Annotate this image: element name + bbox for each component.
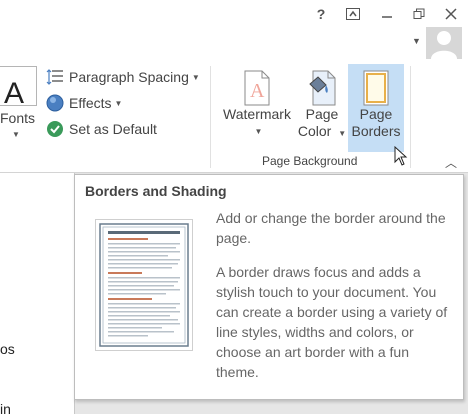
- help-icon: ?: [316, 6, 326, 22]
- checkmark-icon: [47, 121, 63, 137]
- page-color-label-line2: Color: [297, 123, 332, 139]
- paragraph-spacing-label: Paragraph Spacing: [69, 69, 189, 85]
- group-divider: [210, 66, 211, 168]
- fonts-label: Fonts: [0, 110, 36, 126]
- collapse-ribbon-chevron-up-icon[interactable]: ︿: [445, 154, 457, 171]
- user-icon: [431, 31, 457, 59]
- set-as-default-label: Set as Default: [69, 121, 157, 137]
- tooltip-paragraph: Add or change the border around the page…: [216, 210, 446, 246]
- close-button[interactable]: [440, 4, 462, 24]
- page-border-preview-image: [95, 219, 193, 351]
- page-borders-button[interactable]: Page Borders: [348, 64, 404, 152]
- tooltip-title: Borders and Shading: [85, 183, 227, 199]
- mouse-pointer-icon: [394, 146, 408, 166]
- paragraph-spacing-chevron-down-icon: ▼: [191, 72, 200, 82]
- effects-label: Effects: [69, 95, 112, 111]
- paragraph-spacing-button[interactable]: Paragraph Spacing ▼: [46, 66, 200, 88]
- paragraph-spacing-icon: [46, 69, 63, 85]
- document-page[interactable]: os in: [0, 173, 75, 417]
- help-button[interactable]: ?: [310, 4, 332, 24]
- effects-chevron-down-icon: ▼: [114, 98, 123, 108]
- restore-icon: [413, 8, 425, 19]
- watermark-label: Watermark: [223, 106, 291, 122]
- fonts-chevron-down-icon[interactable]: ▼: [12, 130, 20, 139]
- set-as-default-button[interactable]: Set as Default: [46, 118, 157, 140]
- document-text-fragment: in: [0, 401, 11, 417]
- user-avatar[interactable]: [426, 27, 462, 59]
- effects-icon: [46, 94, 64, 112]
- borders-and-shading-tooltip: Borders and Shading Add or change the bo…: [74, 174, 464, 400]
- page-color-button[interactable]: Page Color ▼: [296, 64, 348, 152]
- svg-text:A: A: [250, 80, 265, 102]
- minimize-button[interactable]: [376, 4, 398, 24]
- watermark-chevron-down-icon: ▼: [254, 127, 263, 136]
- group-divider: [410, 66, 411, 168]
- ribbon-display-options-button[interactable]: [342, 4, 364, 24]
- restore-button[interactable]: [408, 4, 430, 24]
- page-color-icon: [309, 70, 336, 106]
- page-borders-label-line1: Page: [359, 106, 393, 122]
- title-bar: ? ▼: [0, 0, 468, 60]
- close-icon: [445, 8, 457, 20]
- page-background-group-label: Page Background: [262, 154, 358, 168]
- fonts-icon: A: [4, 77, 25, 110]
- effects-button[interactable]: Effects ▼: [46, 92, 122, 114]
- document-text-fragment: os: [0, 341, 15, 357]
- page-borders-label-line2: Borders: [351, 123, 401, 139]
- watermark-icon: A: [244, 70, 270, 106]
- page-color-chevron-down-icon: ▼: [338, 129, 347, 138]
- account-chevron-down-icon[interactable]: ▼: [412, 36, 421, 46]
- tooltip-paragraph: A border draws focus and adds a stylish …: [216, 264, 448, 380]
- ribbon-display-icon: [346, 8, 360, 20]
- fonts-button[interactable]: A: [0, 66, 37, 110]
- bordered-page-thumbnail: [99, 223, 189, 347]
- minimize-icon: [382, 16, 392, 18]
- tooltip-description: Add or change the border around the page…: [216, 208, 454, 396]
- page-color-label-line1: Page: [305, 106, 339, 122]
- page-borders-icon: [363, 70, 389, 106]
- watermark-button[interactable]: A Watermark ▼: [218, 64, 296, 152]
